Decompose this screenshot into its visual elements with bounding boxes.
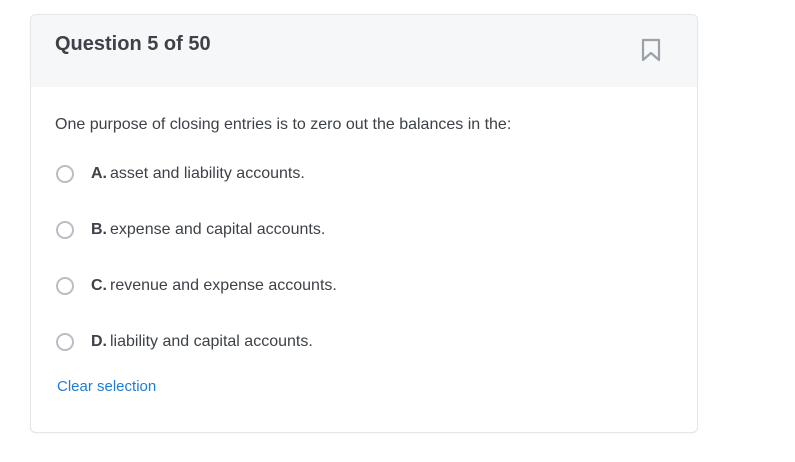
answer-option-a[interactable]: A. asset and liability accounts.: [55, 161, 305, 187]
option-letter: C.: [91, 277, 107, 294]
question-text: One purpose of closing entries is to zer…: [55, 116, 512, 133]
answer-option-b[interactable]: B. expense and capital accounts.: [55, 217, 325, 243]
answer-option-c[interactable]: C. revenue and expense accounts.: [55, 273, 337, 299]
question-number-title: Question 5 of 50: [55, 33, 211, 55]
question-card: Question 5 of 50 One purpose of closing …: [30, 14, 698, 433]
radio-button-a[interactable]: [56, 165, 74, 183]
option-text: revenue and expense accounts.: [110, 277, 337, 294]
radio-button-c[interactable]: [56, 277, 74, 295]
question-header: Question 5 of 50: [31, 15, 697, 87]
option-text: asset and liability accounts.: [110, 165, 305, 182]
option-letter: D.: [91, 333, 107, 350]
bookmark-icon: [641, 38, 661, 62]
option-letter: B.: [91, 221, 107, 238]
option-letter: A.: [91, 165, 107, 182]
bookmark-button[interactable]: [639, 37, 663, 63]
answer-option-d[interactable]: D. liability and capital accounts.: [55, 329, 313, 355]
radio-button-d[interactable]: [56, 333, 74, 351]
option-text: expense and capital accounts.: [110, 221, 326, 238]
clear-selection-link[interactable]: Clear selection: [57, 377, 156, 397]
radio-button-b[interactable]: [56, 221, 74, 239]
option-text: liability and capital accounts.: [110, 333, 313, 350]
